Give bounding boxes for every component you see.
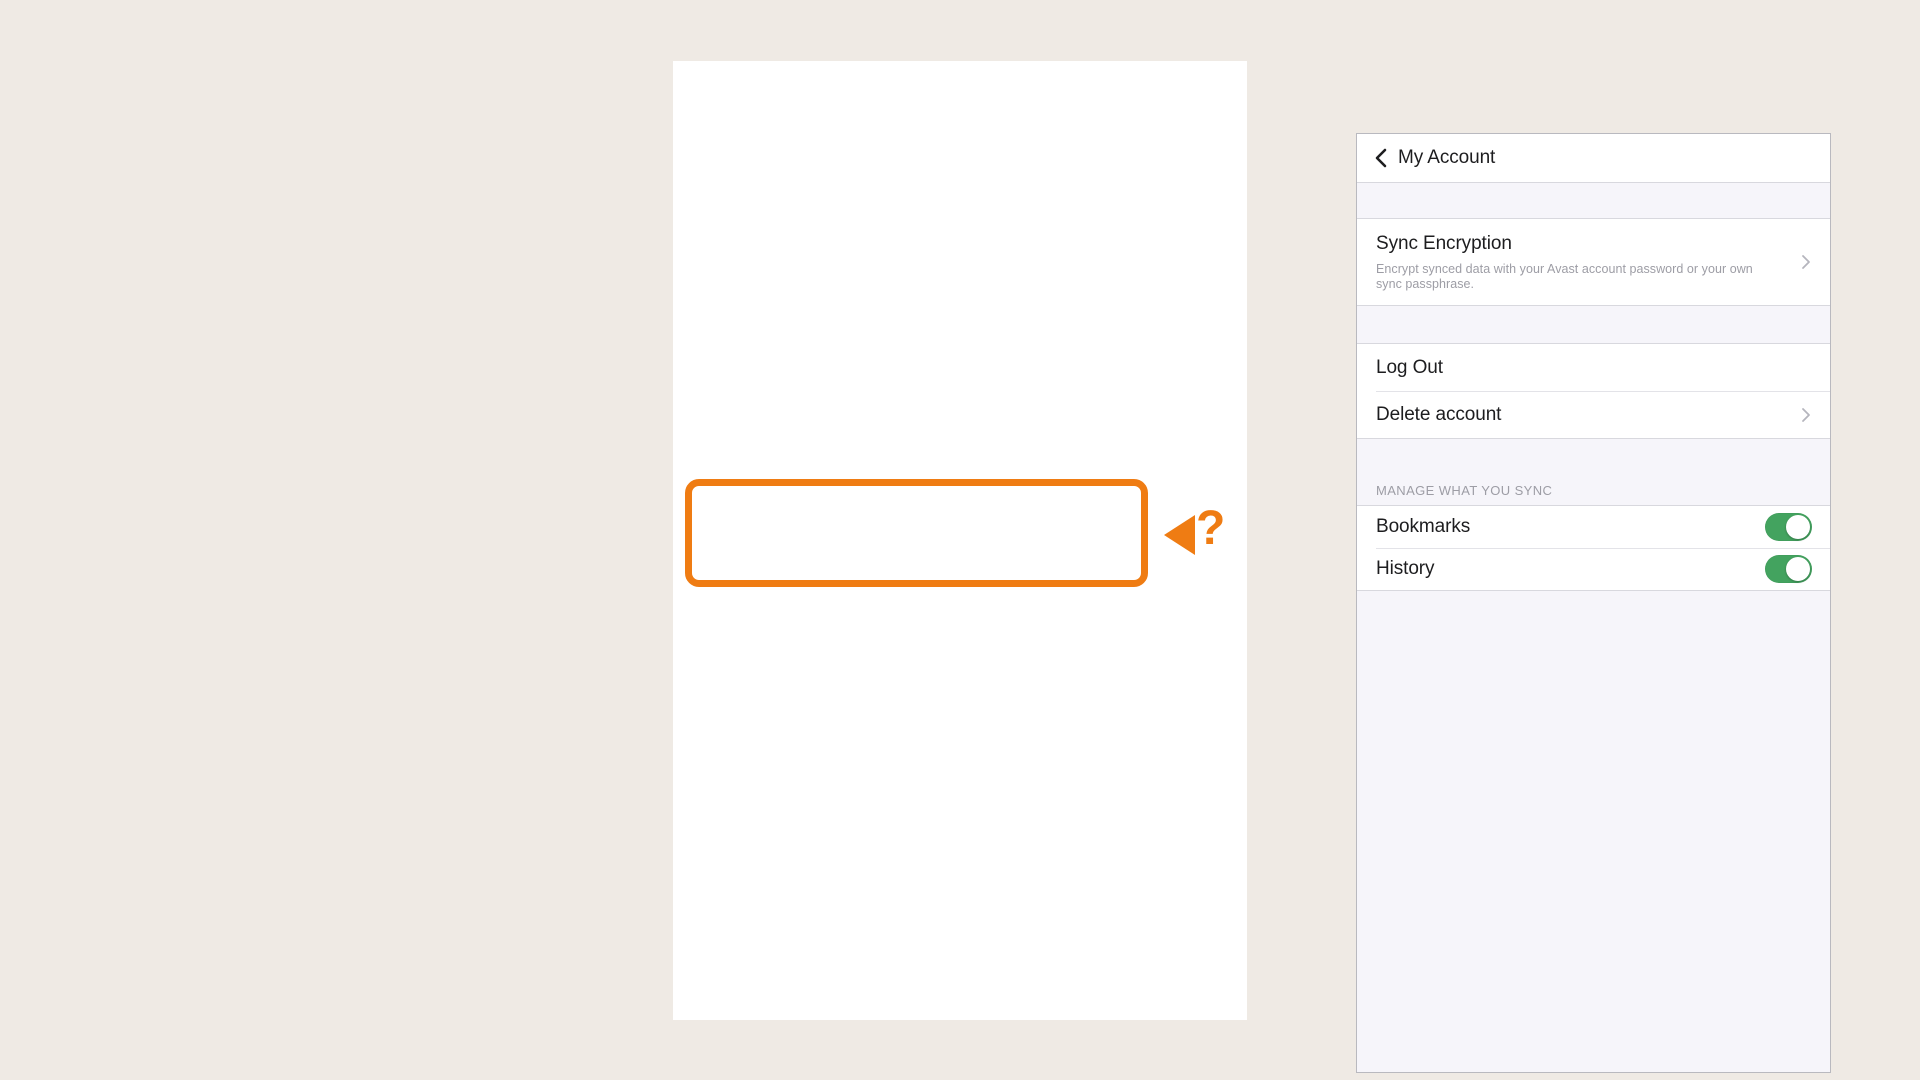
question-mark-annotation: ? <box>1196 502 1226 555</box>
row-history[interactable]: History <box>1357 548 1830 590</box>
navigation-bar: My Account <box>1357 134 1830 183</box>
manage-sync-section-header: MANAGE WHAT YOU SYNC <box>1357 439 1830 505</box>
section-gap-middle <box>1357 306 1830 344</box>
manage-sync-group: Bookmarks History <box>1357 505 1830 591</box>
account-actions-group: Log Out Delete account <box>1357 344 1830 439</box>
row-bookmarks[interactable]: Bookmarks <box>1357 506 1830 548</box>
row-log-out[interactable]: Log Out <box>1357 344 1830 391</box>
section-header-label: MANAGE WHAT YOU SYNC <box>1376 483 1553 498</box>
row-sync-encryption[interactable]: Sync Encryption Encrypt synced data with… <box>1357 219 1830 305</box>
toggle-knob <box>1786 515 1810 539</box>
bookmarks-sync-toggle[interactable] <box>1765 513 1812 541</box>
history-sync-toggle[interactable] <box>1765 555 1812 583</box>
section-gap-top <box>1357 183 1830 219</box>
back-chevron-icon[interactable] <box>1373 147 1389 169</box>
row-title: Delete account <box>1376 403 1502 425</box>
row-title: Sync Encryption <box>1376 233 1512 254</box>
left-pointing-triangle-icon <box>1164 515 1195 555</box>
chevron-right-icon <box>1802 407 1810 422</box>
article-canvas: My Account Sync Encryption Encrypt synce… <box>673 61 1831 1073</box>
row-title: Log Out <box>1376 356 1443 378</box>
row-title: History <box>1376 558 1435 579</box>
row-delete-account[interactable]: Delete account <box>1357 391 1830 438</box>
sync-encryption-group: Sync Encryption Encrypt synced data with… <box>1357 219 1830 306</box>
row-title: Bookmarks <box>1376 516 1471 537</box>
row-subtitle: Encrypt synced data with your Avast acco… <box>1376 262 1753 291</box>
chevron-right-icon <box>1802 255 1810 269</box>
page-title: My Account <box>1398 147 1496 168</box>
toggle-knob <box>1786 557 1810 581</box>
empty-content-area <box>1357 591 1830 1072</box>
phone-screenshot-panel: My Account Sync Encryption Encrypt synce… <box>1356 133 1831 1073</box>
